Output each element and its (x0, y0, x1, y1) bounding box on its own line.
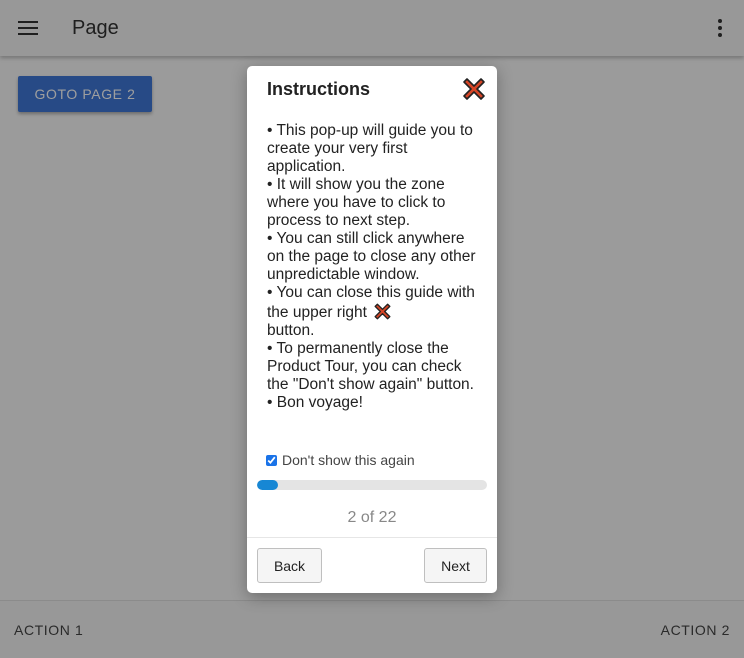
dont-show-again-checkbox[interactable] (266, 454, 277, 466)
dialog-divider (247, 537, 497, 538)
instruction-line: • This pop-up will guide you to create y… (267, 122, 473, 175)
instruction-line: • You can close this guide with the uppe… (267, 284, 482, 340)
tour-progress-fill (257, 480, 278, 490)
tour-progress-bar (257, 480, 487, 490)
dont-show-again-label: Don't show this again (282, 452, 415, 468)
back-button[interactable]: Back (257, 548, 322, 583)
dialog-title: Instructions (267, 79, 371, 99)
close-icon[interactable] (461, 76, 487, 102)
instruction-line-part: • You can close this guide with the uppe… (267, 284, 475, 321)
app-root: Page GOTO PAGE 2 ACTION 1 ACTION 2 Instr… (0, 0, 744, 658)
next-button[interactable]: Next (424, 548, 487, 583)
instructions-text: • This pop-up will guide you to create y… (267, 122, 482, 412)
dont-show-again-option[interactable]: Don't show this again (266, 452, 415, 468)
instruction-line: • Bon voyage! (267, 394, 363, 411)
instruction-line: • You can still click anywhere on the pa… (267, 230, 476, 283)
instruction-line: • To permanently close the Product Tour,… (267, 340, 474, 393)
step-counter: 2 of 22 (347, 509, 397, 526)
instructions-dialog: Instructions • This pop-up will guide yo… (247, 66, 497, 593)
inline-close-icon (373, 302, 392, 321)
instruction-line: • It will show you the zone where you ha… (267, 176, 446, 229)
instruction-line-part: button. (267, 322, 315, 339)
